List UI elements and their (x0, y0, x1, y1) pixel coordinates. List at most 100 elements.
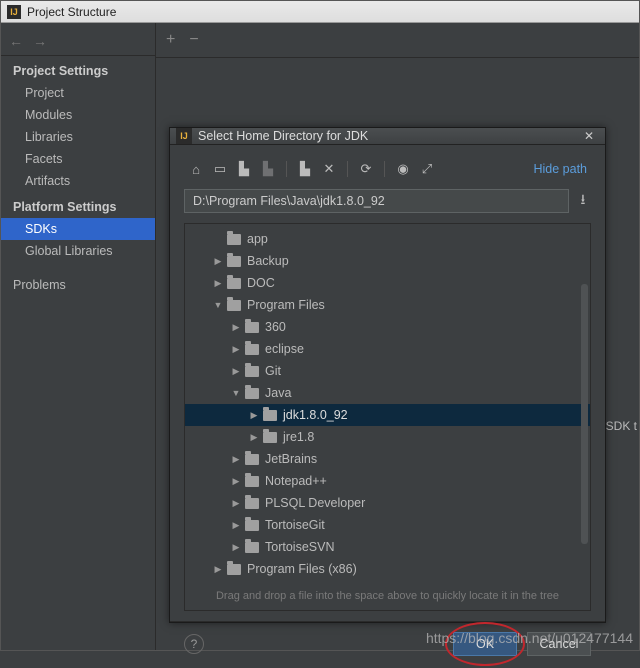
show-hidden-icon[interactable]: ◉ (395, 161, 411, 177)
folder-icon (227, 256, 241, 267)
download-icon[interactable]: ⭳ (575, 189, 591, 213)
tree-row[interactable]: ▶ TortoiseGit (185, 514, 590, 536)
help-icon[interactable]: ? (184, 634, 204, 654)
chevron-right-icon[interactable]: ▶ (231, 520, 241, 531)
chevron-right-icon[interactable]: ▶ (231, 322, 241, 333)
expand-icon[interactable]: ⤢ (419, 161, 435, 177)
tree-row-label: TortoiseGit (265, 518, 325, 532)
hide-path-link[interactable]: Hide path (533, 162, 587, 176)
add-icon[interactable]: + (166, 31, 175, 49)
vertical-scrollbar[interactable] (581, 284, 588, 544)
sdk-hint-label: SDK t (606, 419, 637, 433)
sidebar-item-global-libraries[interactable]: Global Libraries (1, 240, 155, 262)
tree-row-label: Backup (247, 254, 289, 268)
new-folder-icon[interactable]: ▙ (297, 161, 313, 177)
folder-icon (227, 300, 241, 311)
remove-icon[interactable]: − (189, 31, 198, 49)
tree-row-label: Git (265, 364, 281, 378)
tree-row-label: jdk1.8.0_92 (283, 408, 348, 422)
project-icon[interactable]: ▙ (236, 161, 252, 177)
tree-row[interactable]: ▶ TortoiseSVN (185, 536, 590, 558)
folder-icon (245, 520, 259, 531)
tree-row[interactable]: ▶ 360 (185, 316, 590, 338)
sidebar-item-modules[interactable]: Modules (1, 104, 155, 126)
folder-icon (227, 564, 241, 575)
tree-row[interactable]: ▶DOC (185, 272, 590, 294)
folder-icon (245, 542, 259, 553)
section-platform-settings: Platform Settings (1, 192, 155, 218)
sidebar-item-artifacts[interactable]: Artifacts (1, 170, 155, 192)
chevron-down-icon[interactable]: ▼ (213, 300, 223, 310)
dialog-inner: ⌂ ▭ ▙ ▙ ▙ ✕ ⟳ ◉ ⤢ Hide path ⭳ app▶Backu (170, 145, 605, 621)
chevron-right-icon[interactable]: ▶ (231, 344, 241, 355)
tree-hint: Drag and drop a file into the space abov… (185, 584, 590, 610)
separator (286, 161, 287, 177)
dialog-toolbar: ⌂ ▭ ▙ ▙ ▙ ✕ ⟳ ◉ ⤢ Hide path (184, 155, 591, 183)
folder-icon (245, 454, 259, 465)
tree-row[interactable]: ▼Program Files (185, 294, 590, 316)
tree-row[interactable]: app (185, 228, 590, 250)
folder-icon (245, 344, 259, 355)
select-jdk-dialog: IJ Select Home Directory for JDK ✕ ⌂ ▭ ▙… (169, 127, 606, 623)
chevron-right-icon[interactable]: ▶ (231, 476, 241, 487)
tree-row[interactable]: ▶PLSQL Developer (185, 492, 590, 514)
separator (384, 161, 385, 177)
tree-row[interactable]: ▶Program Files (x86) (185, 558, 590, 580)
main-title: Project Structure (27, 5, 116, 19)
home-icon[interactable]: ⌂ (188, 162, 204, 177)
desktop-icon[interactable]: ▭ (212, 161, 228, 177)
forward-icon[interactable]: → (33, 33, 47, 49)
tree-row-label: eclipse (265, 342, 304, 356)
tree-row-label: jre1.8 (283, 430, 314, 444)
folder-icon (245, 388, 259, 399)
tree-row-label: JetBrains (265, 452, 317, 466)
tree-row[interactable]: ▶ JetBrains (185, 448, 590, 470)
back-icon[interactable]: ← (9, 33, 23, 49)
folder-icon (245, 322, 259, 333)
chevron-right-icon[interactable]: ▶ (213, 564, 223, 575)
nav-history: ← → (1, 27, 155, 56)
chevron-right-icon[interactable]: ▶ (213, 278, 223, 289)
sidebar-item-problems[interactable]: Problems (1, 274, 155, 296)
tree-row-label: 360 (265, 320, 286, 334)
sidebar: ← → Project Settings Project Modules Lib… (1, 23, 156, 650)
chevron-right-icon[interactable]: ▶ (249, 432, 259, 443)
dialog-title: Select Home Directory for JDK (198, 129, 579, 143)
chevron-right-icon[interactable]: ▶ (231, 498, 241, 509)
tree-row[interactable]: ▶ Git (185, 360, 590, 382)
dialog-titlebar[interactable]: IJ Select Home Directory for JDK ✕ (170, 128, 605, 145)
tree-row[interactable]: ▶ eclipse (185, 338, 590, 360)
sidebar-item-libraries[interactable]: Libraries (1, 126, 155, 148)
tree-row-label: TortoiseSVN (265, 540, 334, 554)
sidebar-item-sdks[interactable]: SDKs (1, 218, 155, 240)
folder-icon (245, 366, 259, 377)
section-project-settings: Project Settings (1, 56, 155, 82)
chevron-right-icon[interactable]: ▶ (231, 366, 241, 377)
chevron-down-icon[interactable]: ▼ (231, 388, 241, 398)
file-tree: app ▶ Backup ▶DOC▼Program Files ▶ 360 ▶ eclipse… (184, 223, 591, 611)
path-input[interactable] (184, 189, 569, 213)
tree-row[interactable]: ▶ jre1.8 (185, 426, 590, 448)
tree-row-label: app (247, 232, 268, 246)
delete-icon[interactable]: ✕ (321, 161, 337, 177)
tree-row[interactable]: ▶ jdk1.8.0_92 (185, 404, 590, 426)
tree-row-label: Java (265, 386, 291, 400)
tree-row[interactable]: ▼ Java (185, 382, 590, 404)
sidebar-item-project[interactable]: Project (1, 82, 155, 104)
path-row: ⭳ (184, 189, 591, 213)
main-titlebar: IJ Project Structure (1, 1, 639, 23)
tree-row[interactable]: ▶Notepad++ (185, 470, 590, 492)
tree-scroll[interactable]: app ▶ Backup ▶DOC▼Program Files ▶ 360 ▶ eclipse… (185, 224, 590, 584)
folder-icon (227, 234, 241, 245)
folder-icon (227, 278, 241, 289)
refresh-icon[interactable]: ⟳ (358, 161, 374, 177)
separator (347, 161, 348, 177)
chevron-right-icon[interactable]: ▶ (231, 454, 241, 465)
tree-row[interactable]: ▶ Backup (185, 250, 590, 272)
chevron-right-icon[interactable]: ▶ (231, 542, 241, 553)
project-structure-window: IJ Project Structure ← → Project Setting… (0, 0, 640, 651)
chevron-right-icon[interactable]: ▶ (213, 256, 223, 267)
close-icon[interactable]: ✕ (579, 129, 599, 143)
chevron-right-icon[interactable]: ▶ (249, 410, 259, 421)
sidebar-item-facets[interactable]: Facets (1, 148, 155, 170)
